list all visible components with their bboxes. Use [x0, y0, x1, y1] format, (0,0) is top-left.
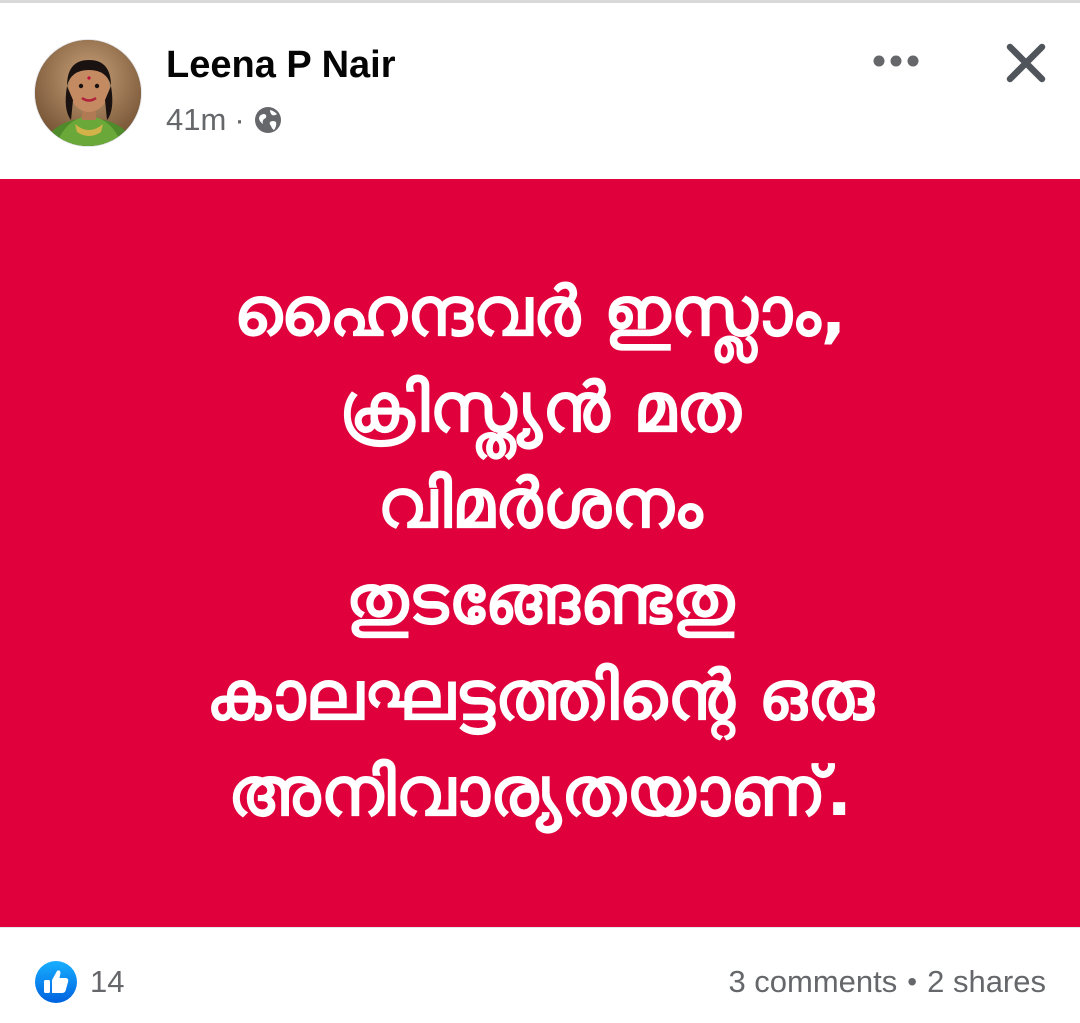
post-header: Leena P Nair 41m · [0, 3, 1080, 179]
meta-separator: · [234, 102, 245, 137]
post-timestamp[interactable]: 41m [166, 102, 226, 138]
avatar[interactable] [34, 39, 142, 147]
author-name[interactable]: Leena P Nair [166, 43, 396, 87]
close-button[interactable] [996, 33, 1056, 93]
globe-icon[interactable] [253, 105, 283, 135]
post-text-line: ക്രിസ്ത്യൻ മത [339, 369, 741, 448]
comments-link[interactable]: 3 comments [728, 964, 897, 1000]
post-text-line: ഹൈന്ദവർ ഇസ്ലാം, [233, 273, 847, 352]
avatar-photo [35, 40, 141, 146]
post-content-card[interactable]: ഹൈന്ദവർ ഇസ്ലാം, ക്രിസ്ത്യൻ മത വിമർശനം തു… [0, 179, 1080, 927]
post-text-line: തുടങ്ങേണ്ടതു [345, 561, 735, 640]
close-icon [1006, 43, 1046, 83]
shares-link[interactable]: 2 shares [927, 964, 1046, 1000]
post-text-line: കാലഘട്ടത്തിന്റെ ഒരു [206, 657, 874, 736]
post-text-line: അനിവാര്യതയാണ്. [227, 753, 853, 832]
footer-divider [0, 927, 1080, 928]
engagement-separator: • [907, 966, 918, 997]
more-options-button[interactable] [864, 39, 928, 83]
reaction-count: 14 [90, 964, 125, 999]
post-meta: 41m · [166, 100, 283, 140]
engagement-summary: 3 comments • 2 shares [728, 958, 1046, 1006]
like-icon [34, 960, 78, 1004]
more-horizontal-icon [873, 55, 919, 67]
post-text-line: വിമർശനം [377, 465, 703, 544]
reactions-summary[interactable]: 14 [34, 958, 124, 1006]
